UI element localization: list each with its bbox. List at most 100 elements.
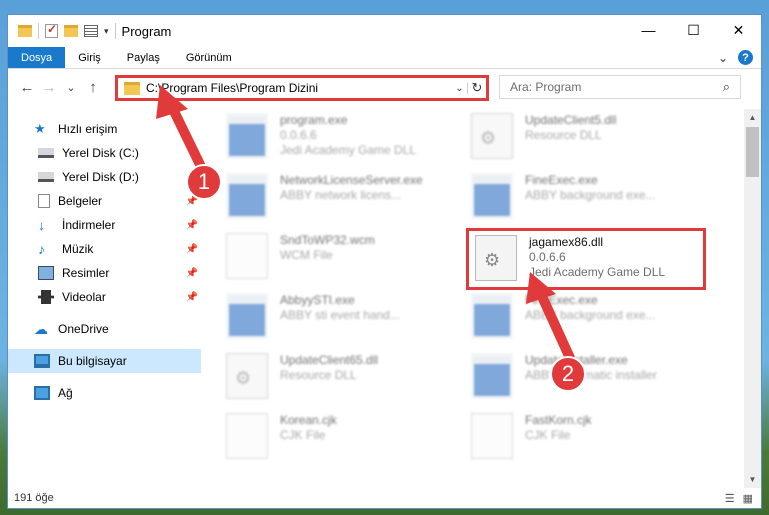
tab-dosya[interactable]: Dosya xyxy=(8,47,66,68)
drive-icon xyxy=(38,148,54,158)
file-name: FineExec.exe xyxy=(525,173,598,187)
exe-file-icon xyxy=(471,293,513,339)
annotation-badge-1: 1 xyxy=(186,164,222,200)
pin-icon[interactable]: 📌 xyxy=(186,292,198,303)
dll-file-icon xyxy=(475,235,517,281)
file-detail: Jedi Academy Game DLL xyxy=(280,143,417,157)
sidebar-item-label: Yerel Disk (D:) xyxy=(62,170,139,184)
folder-icon xyxy=(124,81,140,95)
exe-file-icon xyxy=(226,173,268,219)
file-detail: 0.0.6.6 xyxy=(280,128,317,142)
pin-icon[interactable]: 📌 xyxy=(186,268,198,279)
file-name: AbbyySTI.exe xyxy=(280,293,355,307)
file-detail: ABBY sti event hand... xyxy=(280,308,400,322)
documents-icon xyxy=(38,194,50,208)
list-item[interactable]: AbbyySTI.exe ABBY sti event hand... xyxy=(226,293,466,353)
close-button[interactable]: ✕ xyxy=(716,15,761,45)
recent-locations-button[interactable]: ⌄ xyxy=(60,81,82,94)
sidebar-item-network[interactable]: Ağ xyxy=(8,381,204,405)
list-item[interactable]: FastKorn.cjk CJK File xyxy=(471,413,711,473)
file-name: UpdateClient65.dll xyxy=(280,353,379,367)
document-file-icon xyxy=(226,413,268,459)
large-icons-view-icon[interactable]: ▦ xyxy=(743,492,753,505)
music-icon: ♪ xyxy=(38,241,45,257)
customize-toolbar-icon[interactable]: ▾ xyxy=(104,26,109,37)
new-folder-icon[interactable] xyxy=(64,25,78,37)
file-name: UpdateClient5.dll xyxy=(525,113,617,127)
dll-file-icon xyxy=(471,113,513,159)
list-item[interactable]: FineExec.exe ABBY background exe... xyxy=(471,173,711,233)
star-icon: ★ xyxy=(34,121,46,136)
list-item[interactable]: UpdateClient65.dllResource DLL xyxy=(226,353,466,413)
tab-paylas[interactable]: Paylaş xyxy=(114,47,173,68)
divider xyxy=(114,23,116,39)
expand-ribbon-icon[interactable]: ⌄ xyxy=(718,51,728,65)
file-name: jagamex86.dll xyxy=(529,235,604,249)
refresh-icon[interactable]: ↻ xyxy=(468,80,486,96)
tab-giris[interactable]: Giriş xyxy=(65,47,114,68)
maximize-button[interactable]: ☐ xyxy=(671,15,716,45)
file-list: program.exe 0.0.6.6 Jedi Academy Game DLL … xyxy=(204,109,761,488)
list-item[interactable]: program.exe 0.0.6.6 Jedi Academy Game DLL xyxy=(226,113,466,173)
sidebar-item-label: OneDrive xyxy=(58,322,109,336)
annotation-arrow-2 xyxy=(526,272,575,363)
annotation-badge-2: 2 xyxy=(550,356,586,392)
search-icon[interactable]: ⌕ xyxy=(723,79,730,95)
sidebar-item-label: Ağ xyxy=(58,386,73,400)
list-item[interactable]: NetworkLicenseServer.exe ABBY network lic… xyxy=(226,173,466,233)
search-input[interactable]: Ara: Program ⌕ xyxy=(499,75,741,99)
forward-button[interactable]: → xyxy=(38,79,60,96)
sidebar-item-music[interactable]: ♪ Müzik 📌 xyxy=(8,237,204,261)
sidebar-item-pictures[interactable]: Resimler 📌 xyxy=(8,261,204,285)
exe-file-icon xyxy=(471,353,513,399)
sidebar-item-this-pc[interactable]: Bu bilgisayar xyxy=(8,349,201,373)
tab-gorunum[interactable]: Görünüm xyxy=(173,47,245,68)
sidebar-item-downloads[interactable]: ↓ İndirmeler 📌 xyxy=(8,213,204,237)
pin-icon[interactable]: 📌 xyxy=(186,220,198,231)
document-file-icon xyxy=(226,233,268,279)
exe-file-icon xyxy=(471,173,513,219)
sidebar-item-label: Müzik xyxy=(62,242,94,256)
sidebar-item-label: İndirmeler xyxy=(62,218,116,232)
scroll-down-icon[interactable]: ▼ xyxy=(744,471,761,488)
address-dropdown-icon[interactable]: ⌄ xyxy=(452,82,468,94)
sidebar-item-label: Resimler xyxy=(62,266,110,280)
computer-icon xyxy=(34,354,50,368)
properties-icon[interactable] xyxy=(84,25,98,37)
scroll-up-icon[interactable]: ▲ xyxy=(744,109,761,126)
ribbon-tabs: Dosya Giriş Paylaş Görünüm ⌄ ? xyxy=(8,47,761,69)
file-detail: ABBY network licens... xyxy=(280,188,402,202)
properties-check-icon[interactable] xyxy=(45,22,58,38)
sidebar-item-videos[interactable]: Videolar 📌 xyxy=(8,285,204,309)
pin-icon[interactable]: 📌 xyxy=(186,244,198,255)
sidebar-item-onedrive[interactable]: ☁ OneDrive xyxy=(8,317,204,341)
divider xyxy=(38,23,39,39)
explorer-window: ▾ Program — ☐ ✕ Dosya Giriş Paylaş Görün… xyxy=(7,14,762,509)
folder-icon xyxy=(18,25,32,37)
network-icon xyxy=(34,386,50,400)
details-view-icon[interactable]: ☰ xyxy=(725,492,735,505)
file-detail: CJK File xyxy=(525,428,571,442)
exe-file-icon xyxy=(226,293,268,339)
vertical-scrollbar[interactable]: ▲ ▼ xyxy=(744,109,761,488)
sidebar-item-label: Bu bilgisayar xyxy=(58,354,127,368)
up-button[interactable]: ↑ xyxy=(82,79,104,96)
list-item[interactable]: SndToWP32.wcm WCM File xyxy=(226,233,466,293)
list-item[interactable]: UpdateClient5.dllResource DLL xyxy=(471,113,711,173)
file-detail: Resource DLL xyxy=(525,128,602,142)
minimize-button[interactable]: — xyxy=(626,15,671,45)
sidebar-item-label: Hızlı erişim xyxy=(58,122,118,136)
file-version: 0.0.6.6 xyxy=(529,250,566,264)
quick-access-toolbar: ▾ xyxy=(8,22,116,39)
scroll-thumb[interactable] xyxy=(746,127,759,177)
file-name: program.exe xyxy=(280,113,348,127)
download-icon: ↓ xyxy=(38,217,45,233)
dll-file-icon xyxy=(226,353,268,399)
list-item[interactable]: Korean.cjk CJK File xyxy=(226,413,466,473)
status-bar: 191 öğe ☰ ▦ xyxy=(8,488,761,508)
videos-icon xyxy=(38,290,54,304)
file-detail: ABBY background exe... xyxy=(525,188,656,202)
back-button[interactable]: ← xyxy=(16,79,38,96)
help-icon[interactable]: ? xyxy=(738,50,753,65)
main-area: ★ Hızlı erişim Yerel Disk (C:) Yerel Dis… xyxy=(8,109,761,488)
